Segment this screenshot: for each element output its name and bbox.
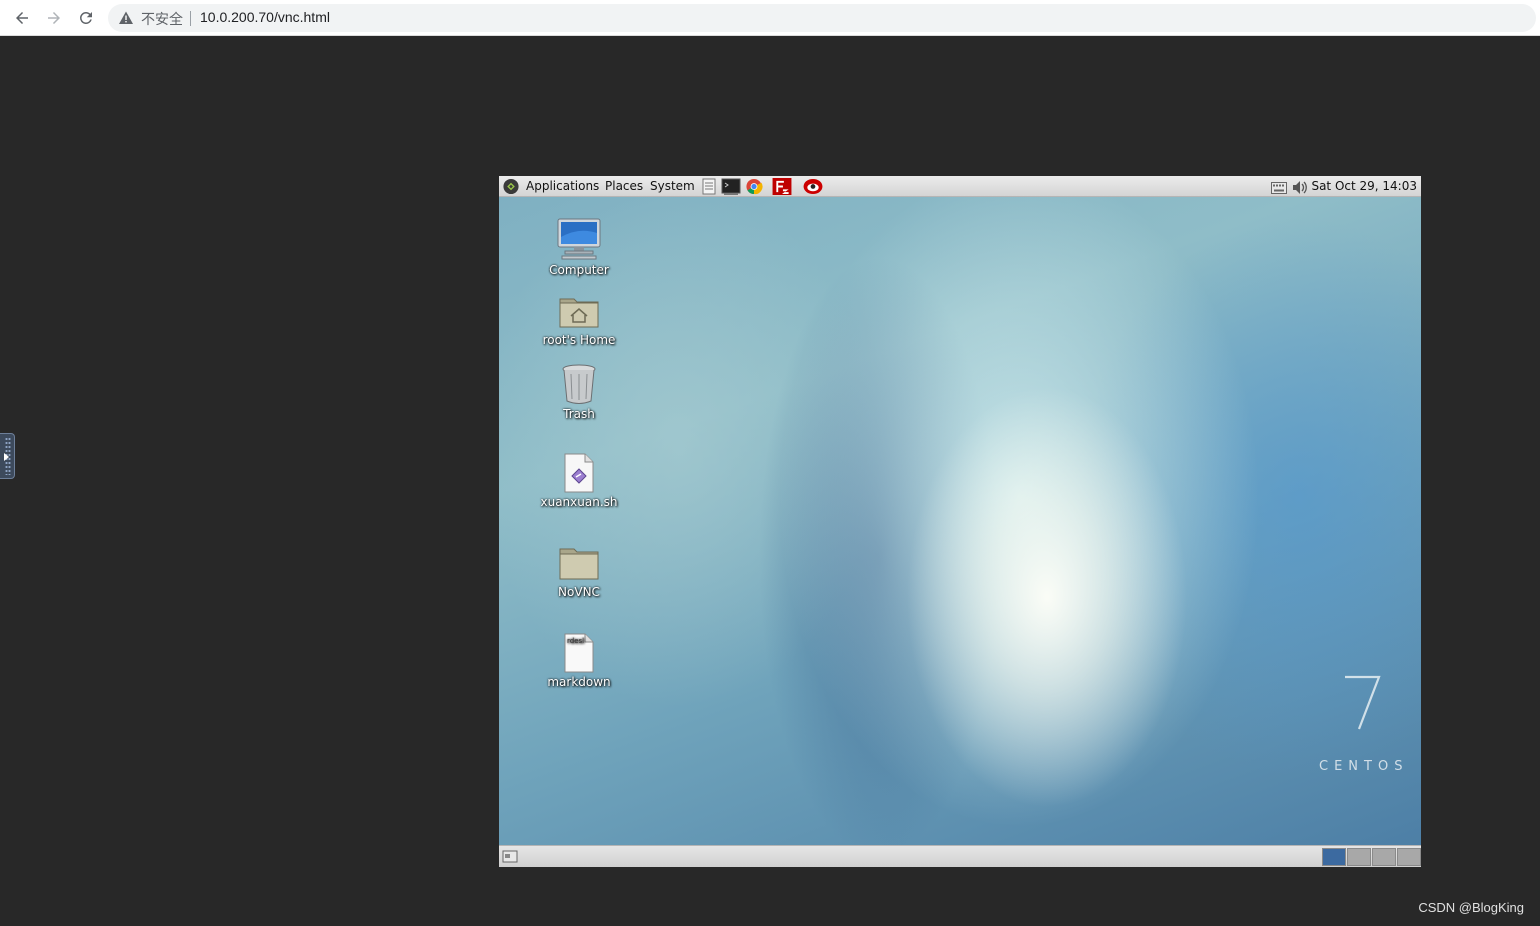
desktop-icon-label: NoVNC (558, 585, 600, 599)
desktop-icon-computer[interactable]: Computer (529, 217, 629, 277)
menu-places[interactable]: Places (605, 179, 643, 193)
home-folder-icon (559, 298, 599, 328)
chrome-icon[interactable] (745, 178, 763, 195)
workspace-3[interactable] (1372, 848, 1396, 866)
back-arrow-icon (16, 12, 28, 24)
file-thumbnail-text: rdesl (567, 637, 584, 645)
desktop-icon-label: Computer (549, 263, 609, 277)
vnc-remote-screen[interactable]: Applications Places System Sat Oct 29, 1… (499, 176, 1421, 867)
computer-icon (557, 218, 601, 260)
reload-icon (79, 11, 92, 24)
trash-icon (562, 364, 596, 404)
centos-7-logo (1345, 675, 1381, 730)
redhat-icon[interactable] (802, 178, 824, 195)
reload-button[interactable] (74, 6, 98, 30)
csdn-watermark: CSDN @BlogKing (1418, 900, 1524, 915)
desktop-icon-label: Trash (563, 407, 595, 421)
desktop-icon-novnc-folder[interactable]: NoVNC (529, 543, 629, 599)
workspace-4[interactable] (1397, 848, 1421, 866)
script-file-icon (564, 453, 594, 493)
gnome-top-panel: Applications Places System Sat Oct 29, 1… (499, 176, 1421, 197)
warning-icon[interactable] (118, 10, 134, 26)
menu-system[interactable]: System (650, 179, 695, 193)
desktop-icon-label: markdown (547, 675, 611, 689)
expand-arrow-icon (4, 453, 9, 461)
desktop-icon-home[interactable]: root's Home (529, 291, 629, 347)
gnome-bottom-panel (499, 845, 1421, 867)
forward-arrow-icon (48, 12, 60, 24)
volume-icon[interactable] (1291, 179, 1309, 196)
workspace-2[interactable] (1347, 848, 1371, 866)
security-status-label[interactable]: 不安全 (141, 9, 183, 29)
terminal-icon[interactable] (721, 178, 741, 195)
desktop-icon-label: xuanxuan.sh (540, 495, 618, 509)
back-button[interactable] (10, 6, 34, 30)
omnibox-separator (190, 11, 191, 26)
panel-clock[interactable]: Sat Oct 29, 14:03 (1311, 179, 1417, 193)
workspace-1[interactable] (1322, 848, 1346, 866)
text-file-icon: rdesl (564, 633, 594, 673)
novnc-control-bar-handle[interactable] (0, 433, 15, 479)
desktop-icon-markdown[interactable]: rdesl markdown (529, 633, 629, 689)
show-desktop-icon[interactable] (502, 849, 518, 864)
desktop-icon-trash[interactable]: Trash (529, 363, 629, 421)
keyboard-icon[interactable] (1271, 179, 1287, 196)
desktop-background[interactable]: Computer root's Home Trash xuanxuan.sh N… (499, 197, 1421, 845)
desktop-icon-label: root's Home (542, 333, 616, 347)
folder-icon (559, 548, 599, 580)
menu-applications[interactable]: Applications (526, 179, 599, 193)
browser-toolbar: 不安全 10.0.200.70/vnc.html (0, 0, 1540, 36)
centos-wordmark: CENTOS (1319, 759, 1409, 774)
address-bar[interactable]: 不安全 10.0.200.70/vnc.html (108, 4, 1536, 32)
desktop-icon-script[interactable]: xuanxuan.sh (529, 453, 629, 509)
url-text[interactable]: 10.0.200.70/vnc.html (200, 9, 330, 25)
centos-logo-icon[interactable] (502, 178, 520, 195)
filezilla-icon[interactable] (772, 178, 792, 195)
forward-button[interactable] (42, 6, 66, 30)
text-editor-icon[interactable] (702, 178, 716, 195)
